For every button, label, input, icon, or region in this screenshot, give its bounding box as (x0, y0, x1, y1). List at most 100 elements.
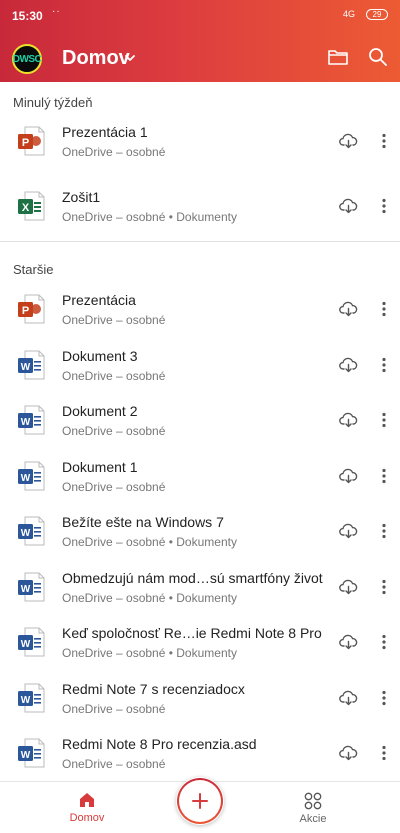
file-title: Zošit1 (62, 189, 101, 205)
file-list-item[interactable]: W Redmi Note 8 Pro recenzia.asd OneDrive –… (0, 725, 400, 781)
plus-icon (192, 793, 208, 809)
svg-text:W: W (21, 584, 31, 595)
svg-text:W: W (21, 695, 31, 706)
svg-text:W: W (21, 362, 31, 373)
word-icon: W (16, 737, 46, 769)
section-label-older: Staršie (13, 262, 54, 277)
file-title: Keď spoločnosť Re…ie Redmi Note 8 Pro (62, 625, 322, 641)
cloud-download-icon[interactable] (339, 412, 358, 428)
file-title: Dokument 2 (62, 403, 138, 419)
file-list-item[interactable]: P Prezentácia OneDrive – osobné (0, 281, 400, 337)
word-icon: W (16, 404, 46, 436)
grid-icon (304, 792, 322, 810)
word-icon: W (16, 682, 46, 714)
svg-text:X: X (22, 202, 30, 214)
file-title: Dokument 1 (62, 459, 138, 475)
nav-home-label: Domov (69, 812, 105, 824)
word-icon: W (16, 349, 46, 381)
svg-text:W: W (21, 528, 31, 539)
file-list-item[interactable]: W Bežíte ešte na Windows 7 OneDrive – osob… (0, 503, 400, 559)
cloud-download-icon[interactable] (339, 579, 358, 595)
file-location: OneDrive – osobné (62, 145, 166, 159)
more-options-icon[interactable] (378, 634, 390, 650)
cloud-download-icon[interactable] (339, 133, 358, 149)
section-divider (0, 241, 400, 242)
signal-icon: 4G (343, 9, 356, 19)
more-options-icon[interactable] (378, 301, 390, 317)
file-location: OneDrive – osobné • Dokumenty (62, 646, 237, 660)
nav-home-tab[interactable]: Domov (60, 790, 114, 824)
cloud-download-icon[interactable] (339, 357, 358, 373)
file-title: Dokument 3 (62, 348, 138, 364)
svg-text:W: W (21, 417, 31, 428)
app-header: 15:30 ·· 4G 29 DWSC Domov (0, 0, 400, 82)
file-list-item[interactable]: W Dokument 1 OneDrive – osobné (0, 448, 400, 504)
cloud-download-icon[interactable] (339, 690, 358, 706)
cloud-download-icon[interactable] (339, 745, 358, 761)
status-time: 15:30 (12, 9, 43, 23)
file-location: OneDrive – osobné (62, 313, 166, 327)
avatar[interactable]: DWSC (12, 44, 42, 74)
file-title: Obmedzujú nám mod…sú smartfóny život (62, 570, 323, 586)
svg-text:W: W (21, 750, 31, 761)
svg-text:P: P (22, 137, 29, 149)
svg-text:P: P (22, 305, 29, 317)
svg-text:W: W (21, 473, 31, 484)
file-title: Bežíte ešte na Windows 7 (62, 514, 224, 530)
home-icon (80, 793, 94, 807)
status-bar: 15:30 ·· 4G 29 (0, 0, 400, 30)
file-title: Prezentácia 1 (62, 124, 148, 140)
cloud-download-icon[interactable] (339, 198, 358, 214)
file-location: OneDrive – osobné (62, 424, 166, 438)
cloud-download-icon[interactable] (339, 468, 358, 484)
word-icon: W (16, 460, 46, 492)
file-location: OneDrive – osobné (62, 757, 166, 771)
file-list-item[interactable]: W Redmi Note 7 s recenziadocx OneDrive – o… (0, 670, 400, 726)
more-options-icon[interactable] (378, 745, 390, 761)
file-list-item[interactable]: W Keď spoločnosť Re…ie Redmi Note 8 Pro On… (0, 614, 400, 670)
file-location: OneDrive – osobné (62, 702, 166, 716)
file-location: OneDrive – osobné (62, 480, 166, 494)
chevron-down-icon[interactable] (124, 52, 136, 64)
battery-icon: 29 (366, 9, 388, 20)
more-options-icon[interactable] (378, 357, 390, 373)
more-options-icon[interactable] (378, 412, 390, 428)
powerpoint-icon: P (16, 293, 46, 325)
avatar-text: DWSC (12, 53, 42, 65)
word-icon: W (16, 626, 46, 658)
file-title: Prezentácia (62, 292, 136, 308)
more-options-icon[interactable] (378, 579, 390, 595)
cloud-download-icon[interactable] (339, 301, 358, 317)
file-list-item[interactable]: W Dokument 2 OneDrive – osobné (0, 392, 400, 448)
nav-actions-tab[interactable]: Akcie (286, 792, 340, 825)
file-location: OneDrive – osobné (62, 369, 166, 383)
file-location: OneDrive – osobné • Dokumenty (62, 535, 237, 549)
file-list-item[interactable]: X Zošit1 OneDrive – osobné • Dokumenty (0, 178, 400, 234)
search-icon[interactable] (368, 47, 388, 67)
file-title: Redmi Note 7 s recenziadocx (62, 681, 245, 697)
create-button[interactable] (176, 777, 224, 825)
excel-icon: X (16, 190, 46, 222)
more-options-icon[interactable] (378, 198, 390, 214)
cloud-download-icon[interactable] (339, 634, 358, 650)
svg-text:W: W (21, 639, 31, 650)
folder-icon[interactable] (327, 47, 349, 67)
powerpoint-icon: P (16, 125, 46, 157)
word-icon: W (16, 571, 46, 603)
file-list-item[interactable]: W Obmedzujú nám mod…sú smartfóny život One… (0, 559, 400, 615)
word-icon: W (16, 515, 46, 547)
more-options-icon[interactable] (378, 690, 390, 706)
file-location: OneDrive – osobné • Dokumenty (62, 591, 237, 605)
status-notification-dots: ·· (52, 6, 61, 17)
more-options-icon[interactable] (378, 523, 390, 539)
more-options-icon[interactable] (378, 468, 390, 484)
file-location: OneDrive – osobné • Dokumenty (62, 210, 237, 224)
file-list-item[interactable]: W Dokument 3 OneDrive – osobné (0, 337, 400, 393)
nav-actions-label: Akcie (299, 813, 327, 825)
file-title: Redmi Note 8 Pro recenzia.asd (62, 736, 257, 752)
more-options-icon[interactable] (378, 133, 390, 149)
cloud-download-icon[interactable] (339, 523, 358, 539)
section-label-last-week: Minulý týždeň (13, 95, 93, 110)
page-title[interactable]: Domov (62, 47, 130, 70)
file-list-item[interactable]: P Prezentácia 1 OneDrive – osobné (0, 113, 400, 169)
